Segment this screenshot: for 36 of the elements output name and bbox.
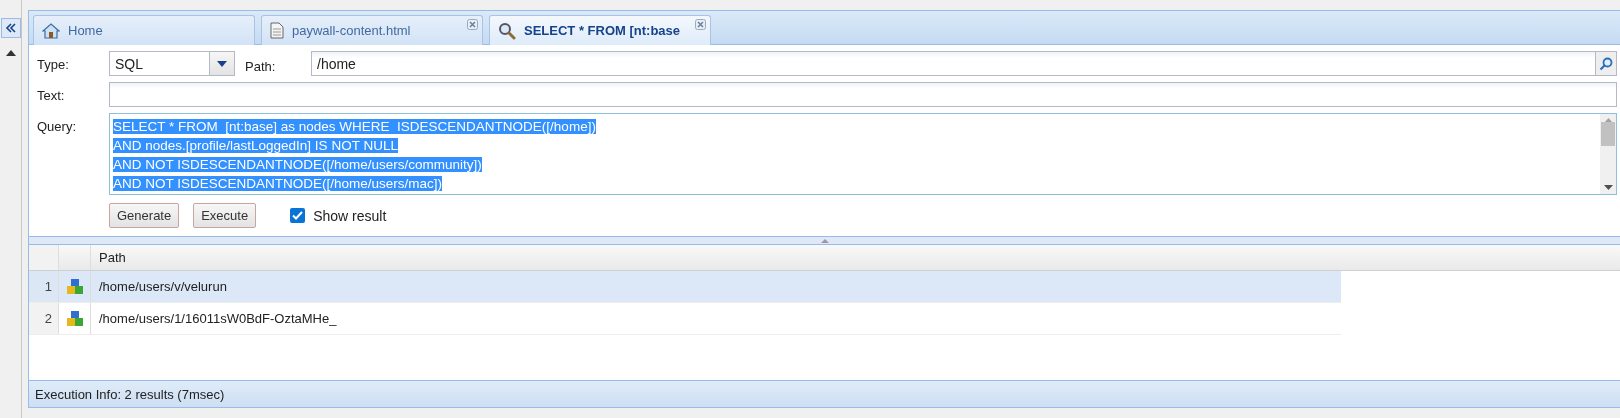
scrollbar-thumb[interactable] (1601, 122, 1615, 146)
column-header (29, 245, 59, 270)
text-label: Text: (37, 87, 66, 105)
table-cell-text: /home/users/v/velurun (98, 278, 228, 296)
text-field[interactable] (109, 82, 1617, 107)
house-icon (42, 22, 60, 39)
close-icon[interactable] (467, 19, 478, 30)
document-icon (270, 22, 284, 39)
tab[interactable]: Home (33, 15, 255, 45)
query-label: Query: (37, 118, 77, 136)
status-bar: Execution Info: 2 results (7msec) (29, 380, 1620, 407)
tab[interactable]: SELECT * FROM [nt:base (489, 15, 711, 45)
query-button[interactable]: Generate (109, 203, 180, 228)
type-dropdown[interactable]: SQL (109, 51, 235, 76)
checkbox-label: Show result (313, 207, 387, 224)
magnifier-icon (498, 21, 516, 40)
table-cell-text: /home/users/1/16011sW0BdF-OztaMHe_ (98, 310, 338, 328)
tab[interactable]: paywall-content.html (261, 15, 483, 45)
node-icon (65, 309, 84, 328)
scroll-up-icon[interactable] (5, 50, 16, 56)
collapse-button[interactable] (0, 18, 21, 38)
search-icon[interactable] (1599, 56, 1613, 71)
path-label: Path: (244, 58, 277, 74)
row-number: 2 (29, 303, 59, 334)
caret-icon (217, 60, 227, 67)
query-button[interactable]: Execute (193, 203, 257, 228)
table-row[interactable]: 2 /home/users/1/16011sW0BdF-OztaMHe_ (29, 303, 1341, 335)
close-icon[interactable] (695, 19, 706, 30)
checkbox[interactable] (290, 208, 306, 223)
query-editor[interactable] (109, 113, 1617, 195)
type-label: Type: (37, 56, 70, 74)
scroll-down-icon[interactable] (1603, 185, 1613, 190)
path-field[interactable]: /home (311, 51, 1617, 76)
node-icon (65, 277, 84, 296)
table-row[interactable]: 1 /home/users/v/velurun (29, 271, 1341, 303)
double-chevron-icon (4, 23, 17, 33)
